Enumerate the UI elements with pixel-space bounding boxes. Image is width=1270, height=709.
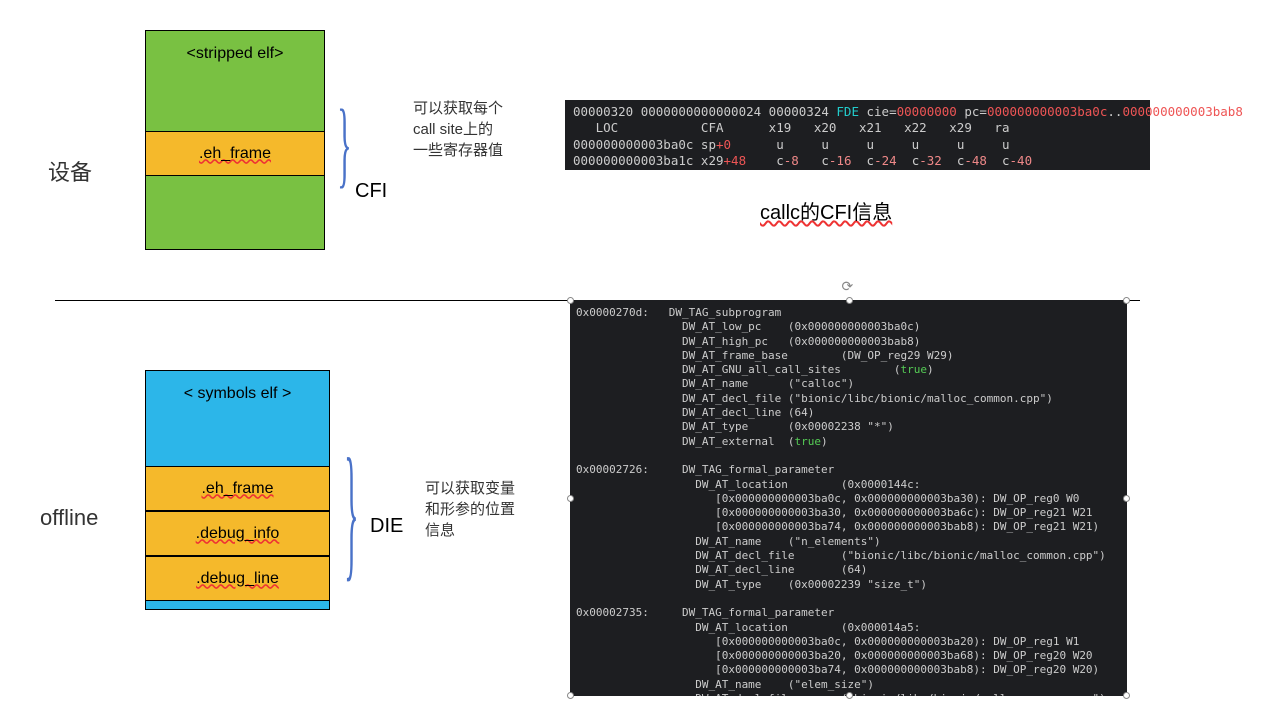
eh-frame-label: .eh_frame: [199, 145, 271, 163]
offline-label: offline: [40, 505, 98, 531]
stripped-elf-title: <stripped elf>: [146, 31, 324, 77]
symbols-elf-box: < symbols elf > .eh_frame .debug_info .d…: [145, 370, 330, 610]
cfi-description: 可以获取每个call site上的一些寄存器值: [413, 98, 503, 161]
cfi-console: 00000320 0000000000000024 00000324 FDE c…: [565, 100, 1150, 170]
debug-info-section: .debug_info: [145, 511, 330, 556]
cfi-caption: callc的CFI信息: [760, 196, 892, 225]
die-description: 可以获取变量和形参的位置信息: [425, 478, 515, 541]
rotate-handle-icon[interactable]: ⟳: [842, 278, 854, 295]
eh-frame-section-2: .eh_frame: [145, 466, 330, 511]
debug-line-section: .debug_line: [145, 556, 330, 601]
brace-icon-2: }: [344, 426, 358, 599]
device-label: 设备: [48, 155, 92, 187]
symbols-elf-title: < symbols elf >: [146, 371, 329, 417]
resize-handle-se[interactable]: [1123, 692, 1130, 699]
resize-handle-sw[interactable]: [567, 692, 574, 699]
resize-handle-s[interactable]: [846, 692, 853, 699]
eh-frame-section: .eh_frame: [145, 131, 325, 176]
die-console-wrap[interactable]: ⟳ 0x0000270d: DW_TAG_subprogram DW_AT_lo…: [570, 300, 1127, 696]
offline-section: offline < symbols elf > .eh_frame .debug…: [20, 360, 1250, 700]
device-section: 设备 <stripped elf> .eh_frame } CFI 可以获取每个…: [20, 30, 1250, 280]
resize-handle-ne[interactable]: [1123, 297, 1130, 304]
resize-handle-n[interactable]: [846, 297, 853, 304]
resize-handle-nw[interactable]: [567, 297, 574, 304]
debug-info-label: .debug_info: [196, 525, 280, 543]
stripped-elf-box: <stripped elf> .eh_frame: [145, 30, 325, 250]
resize-handle-e[interactable]: [1123, 495, 1130, 502]
debug-line-label: .debug_line: [196, 570, 279, 588]
resize-handle-w[interactable]: [567, 495, 574, 502]
cfi-label: CFI: [355, 180, 387, 203]
eh-frame-label-2: .eh_frame: [201, 480, 273, 498]
die-console: 0x0000270d: DW_TAG_subprogram DW_AT_low_…: [570, 300, 1127, 696]
die-label: DIE: [370, 515, 403, 538]
brace-icon: }: [337, 89, 351, 199]
